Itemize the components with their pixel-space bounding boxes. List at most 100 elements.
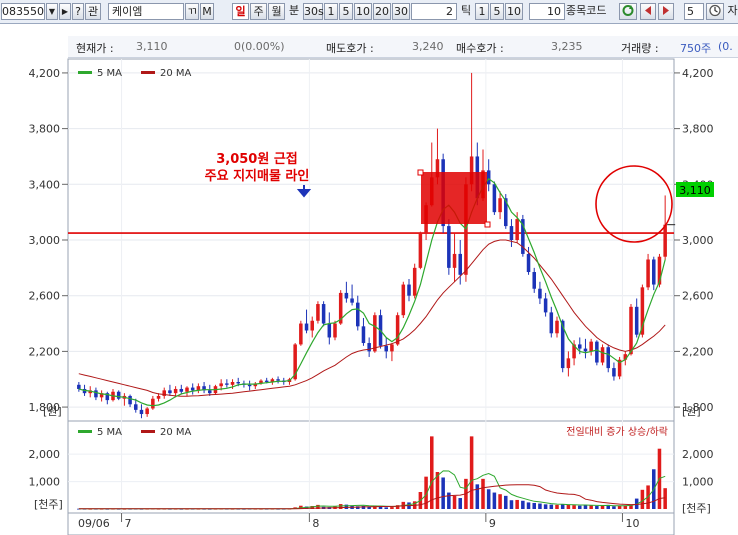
volume-bar: [600, 505, 605, 509]
candle-body: [543, 298, 548, 313]
volume-bar: [338, 504, 343, 509]
candle-body: [168, 390, 172, 394]
volume-bar: [458, 498, 462, 509]
volume-bar: [617, 505, 622, 509]
candle-body: [367, 343, 371, 352]
price-tick-label-right: 2,600: [682, 290, 714, 303]
volume-bar: [532, 502, 536, 509]
candle-body: [128, 395, 132, 405]
volume-bar: [469, 436, 474, 509]
candle-body: [566, 358, 571, 369]
volume-bar: [555, 504, 559, 509]
candle-body: [156, 395, 161, 399]
candle-body: [236, 382, 240, 384]
volume-bar: [572, 505, 576, 509]
x-tick-label: 9: [489, 517, 496, 530]
candle-body: [304, 323, 309, 331]
price-tick-label-left: 3,800: [29, 123, 61, 136]
volume-tick-label-right: 2,000: [682, 448, 714, 461]
candle-body: [94, 390, 98, 398]
candle-body: [606, 347, 610, 369]
vol-legend-ma20-label: 20 MA: [160, 427, 192, 438]
candle-body: [190, 387, 195, 391]
candle-body: [663, 224, 667, 257]
volume-tick-label-left: 2,000: [29, 448, 61, 461]
candle-body: [264, 380, 269, 383]
candle-body: [185, 387, 189, 392]
candle-body: [276, 379, 280, 381]
candle-body: [401, 284, 406, 316]
volume-bar: [515, 499, 519, 509]
volume-bar: [663, 488, 667, 509]
price-tick-label-right: 2,200: [682, 345, 714, 358]
candle-down: [447, 219, 451, 275]
stock-chart[interactable]: 09/0678910 4,2004,2003,8003,8003,4003,40…: [0, 0, 738, 535]
highlight-box: [421, 172, 487, 224]
candle-body: [219, 383, 223, 387]
candle-body: [384, 345, 388, 352]
candle-up: [617, 356, 622, 380]
candle-body: [361, 326, 366, 344]
volume-bar: [549, 504, 554, 509]
candle-up: [412, 263, 417, 299]
volume-bar: [560, 504, 565, 509]
volume-bar: [504, 495, 508, 509]
volume-bar: [441, 477, 445, 509]
candle-body: [498, 198, 502, 213]
candle-body: [578, 344, 582, 349]
candle-body: [316, 304, 320, 321]
price-tick-label-left: 2,200: [29, 345, 61, 358]
candle-down: [595, 340, 599, 366]
volume-bar: [543, 504, 548, 509]
candle-up: [373, 312, 377, 353]
volume-bar: [578, 505, 582, 509]
candle-up: [418, 231, 423, 270]
candle-body: [299, 323, 303, 345]
candle-body: [447, 226, 451, 268]
candle-body: [333, 323, 337, 338]
volume-tick-label-right: 1,000: [682, 476, 714, 489]
volume-bar: [589, 505, 593, 509]
legend-ma5-swatch: [78, 71, 92, 74]
candle-body: [77, 384, 81, 389]
candle-body: [390, 344, 394, 352]
vol-legend-ma5-label: 5 MA: [97, 427, 122, 438]
candle-body: [509, 226, 514, 240]
volume-bar: [509, 500, 514, 509]
candle-body: [629, 306, 633, 355]
candle-body: [589, 341, 593, 352]
candle-body: [373, 315, 377, 352]
candle-body: [134, 404, 138, 410]
candle-body: [225, 383, 229, 385]
candle-body: [230, 382, 235, 385]
candle-body: [583, 348, 588, 352]
candle-body: [595, 341, 599, 363]
current-price-badge-text: 3,110: [679, 184, 711, 197]
candle-body: [412, 267, 417, 296]
candle-body: [395, 315, 400, 345]
candle-down: [321, 301, 326, 327]
candle-up: [629, 304, 633, 356]
x-tick-label: 10: [625, 517, 639, 530]
volume-bar: [384, 507, 388, 509]
candle-body: [145, 408, 149, 415]
volume-bar: [538, 503, 542, 509]
volume-bar: [486, 489, 491, 509]
candle-down: [606, 344, 610, 373]
candle-body: [492, 184, 497, 213]
volume-bar: [475, 484, 480, 509]
volume-bar: [390, 507, 394, 509]
price-tick-label-right: 3,800: [682, 123, 714, 136]
volume-bar: [498, 494, 502, 509]
candle-down: [521, 214, 525, 257]
candle-body: [327, 323, 332, 338]
candle-body: [116, 391, 121, 399]
volume-unit-right: [천주]: [682, 501, 711, 515]
candle-body: [247, 384, 252, 387]
price-tick-label-left: 3,000: [29, 234, 61, 247]
candle-body: [458, 253, 462, 275]
candle-up: [299, 320, 303, 346]
candle-body: [173, 388, 178, 394]
candle-down: [492, 181, 497, 215]
candle-body: [321, 304, 326, 324]
